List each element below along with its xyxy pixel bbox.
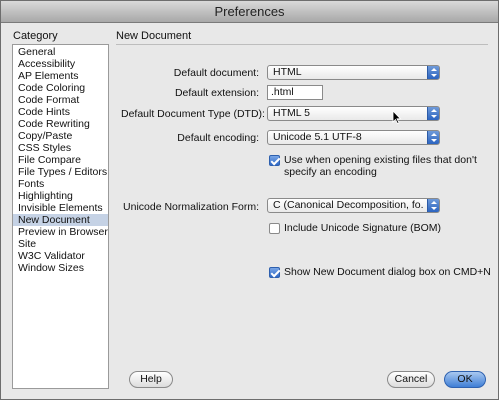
chevron-updown-icon <box>427 199 439 212</box>
sidebar-item[interactable]: General <box>13 46 108 58</box>
sidebar-item[interactable]: Preview in Browser <box>13 226 108 238</box>
window-title: Preferences <box>1 1 498 23</box>
sidebar-item[interactable]: W3C Validator <box>13 250 108 262</box>
category-header: Category <box>13 30 58 42</box>
preferences-window: Preferences Category New Document Genera… <box>0 0 499 400</box>
sidebar-item[interactable]: Code Coloring <box>13 82 108 94</box>
sidebar-item[interactable]: CSS Styles <box>13 142 108 154</box>
sidebar-item[interactable]: Highlighting <box>13 190 108 202</box>
default-dtd-select[interactable]: HTML 5 <box>267 106 440 121</box>
sidebar-item[interactable]: Copy/Paste <box>13 130 108 142</box>
chevron-updown-icon <box>427 131 439 144</box>
default-extension-field[interactable]: .html <box>267 85 323 100</box>
show-dialog-checkbox[interactable] <box>269 267 280 278</box>
default-dtd-label: Default Document Type (DTD): <box>121 108 265 120</box>
chevron-updown-icon <box>427 107 439 120</box>
sidebar-item[interactable]: Invisible Elements <box>13 202 108 214</box>
default-document-select[interactable]: HTML <box>267 65 440 80</box>
default-document-label: Default document: <box>173 67 259 79</box>
default-dtd-value: HTML 5 <box>273 107 310 119</box>
section-divider <box>116 44 488 45</box>
use-when-opening-label: Use when opening existing files that don… <box>284 154 477 178</box>
include-bom-row[interactable]: Include Unicode Signature (BOM) <box>269 222 469 237</box>
use-when-opening-checkbox[interactable] <box>269 155 280 166</box>
sidebar-item[interactable]: File Types / Editors <box>13 166 108 178</box>
use-when-opening-line1: Use when opening existing files that don… <box>284 154 477 166</box>
show-dialog-row[interactable]: Show New Document dialog box on CMD+N <box>269 266 494 281</box>
use-when-opening-row[interactable]: Use when opening existing files that don… <box>269 154 489 181</box>
show-dialog-label: Show New Document dialog box on CMD+N <box>284 266 491 278</box>
mouse-pointer-icon <box>392 110 402 124</box>
cancel-button[interactable]: Cancel <box>387 371 435 388</box>
chevron-updown-icon <box>427 66 439 79</box>
help-button[interactable]: Help <box>129 371 173 388</box>
ok-button[interactable]: OK <box>444 371 486 388</box>
sidebar-item[interactable]: Accessibility <box>13 58 108 70</box>
sidebar-item[interactable]: Window Sizes <box>13 262 108 274</box>
sidebar-item[interactable]: AP Elements <box>13 70 108 82</box>
sidebar-item[interactable]: Code Hints <box>13 106 108 118</box>
sidebar-item[interactable]: Site <box>13 238 108 250</box>
default-encoding-select[interactable]: Unicode 5.1 UTF-8 <box>267 130 440 145</box>
sidebar-item[interactable]: Code Format <box>13 94 108 106</box>
sidebar-item[interactable]: File Compare <box>13 154 108 166</box>
default-document-value: HTML <box>273 66 302 78</box>
sidebar-item[interactable]: Code Rewriting <box>13 118 108 130</box>
default-encoding-label: Default encoding: <box>177 132 259 144</box>
include-bom-label: Include Unicode Signature (BOM) <box>284 222 441 234</box>
sidebar-item[interactable]: New Document <box>13 214 108 226</box>
normalization-value: C (Canonical Decomposition, fo... <box>273 199 423 211</box>
normalization-label: Unicode Normalization Form: <box>123 201 259 213</box>
normalization-select[interactable]: C (Canonical Decomposition, fo... <box>267 198 440 213</box>
default-extension-label: Default extension: <box>174 87 259 99</box>
use-when-opening-line2: specify an encoding <box>284 166 377 178</box>
include-bom-checkbox[interactable] <box>269 223 280 234</box>
category-list[interactable]: General Accessibility AP Elements Code Colo… <box>12 44 109 389</box>
default-encoding-value: Unicode 5.1 UTF-8 <box>273 131 362 143</box>
section-title: New Document <box>116 30 192 42</box>
sidebar-item[interactable]: Fonts <box>13 178 108 190</box>
